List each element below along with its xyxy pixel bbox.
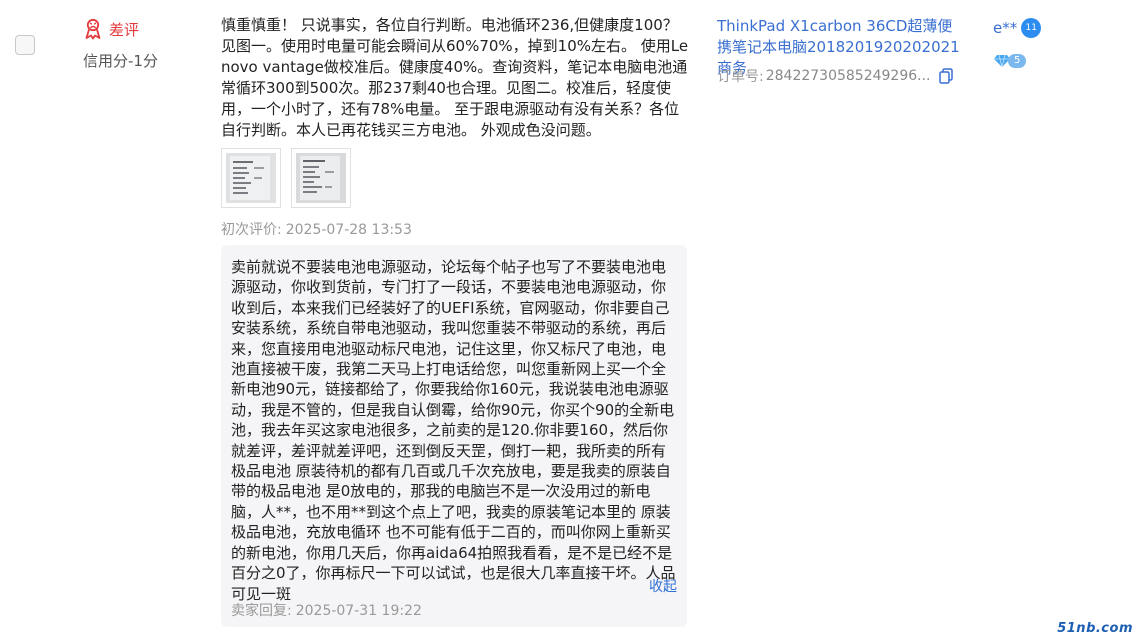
seller-reply: 卖前就说不要装电池电源驱动，论坛每个帖子也写了不要装电池电源驱动，你收到货前，专… bbox=[221, 245, 687, 627]
seller-reply-text: 卖前就说不要装电池电源驱动，论坛每个帖子也写了不要装电池电源驱动，你收到货前，专… bbox=[231, 258, 676, 603]
user-name[interactable]: e** bbox=[993, 19, 1017, 37]
credit-score: 信用分-1分 bbox=[83, 52, 158, 70]
order-number: 28422730585249296... bbox=[765, 68, 931, 84]
review-image-1[interactable] bbox=[221, 148, 281, 208]
watermark: 51nb.com bbox=[1057, 621, 1133, 636]
seller-reply-time: 卖家回复: 2025-07-31 19:22 bbox=[231, 600, 422, 620]
user-info: e** 11 bbox=[993, 18, 1042, 38]
rating-badge: 差评 bbox=[83, 18, 139, 40]
copy-icon[interactable] bbox=[938, 68, 953, 84]
order-info: 订单号: 28422730585249296... bbox=[717, 66, 953, 86]
user-level: 5 bbox=[993, 54, 1027, 68]
first-review-time: 初次评价: 2025-07-28 13:53 bbox=[221, 219, 412, 239]
review-text: 慎重慎重！ 只说事实，各位自行判断。电池循环236,但健康度100？见图一。使用… bbox=[221, 16, 689, 139]
order-label: 订单号: bbox=[717, 69, 764, 85]
seller-reply-label: 卖家回复: bbox=[231, 603, 292, 619]
screenshot-thumbnail-icon bbox=[226, 153, 276, 203]
select-checkbox[interactable] bbox=[15, 35, 35, 55]
screenshot-thumbnail-icon bbox=[296, 153, 346, 203]
rating-label: 差评 bbox=[109, 20, 140, 39]
collapse-link[interactable]: 收起 bbox=[649, 576, 677, 596]
user-level-number: 5 bbox=[1008, 54, 1027, 68]
review-images bbox=[221, 148, 351, 208]
user-badge-icon: 11 bbox=[1021, 18, 1042, 38]
first-review-label: 初次评价: bbox=[221, 222, 282, 238]
seller-reply-date: 2025-07-31 19:22 bbox=[295, 603, 422, 619]
first-review-date: 2025-07-28 13:53 bbox=[285, 222, 412, 238]
review-image-2[interactable] bbox=[291, 148, 351, 208]
bad-review-icon bbox=[85, 18, 101, 40]
